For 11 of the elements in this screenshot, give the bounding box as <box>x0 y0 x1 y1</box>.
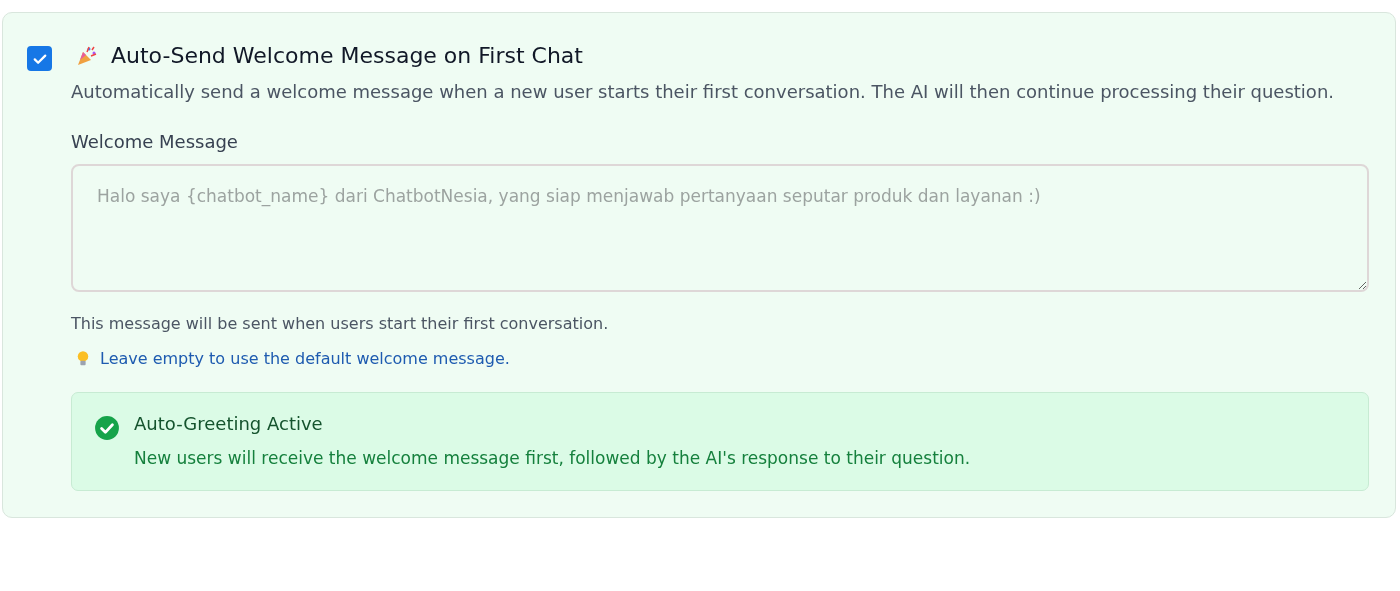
light-bulb-icon <box>76 349 90 368</box>
setting-title: Auto-Send Welcome Message on First Chat <box>111 43 583 68</box>
tip-text: Leave empty to use the default welcome message. <box>100 349 510 368</box>
status-title: Auto-Greeting Active <box>134 413 324 434</box>
help-text: This message will be sent when users start their first conversation. <box>71 314 610 333</box>
welcome-message-field[interactable]: Halo saya {chatbot_name} dari ChatbotNesia, yang siap menjawab pertanyaan seputar produk dan layanan :) <box>71 164 1369 292</box>
checkbox[interactable] <box>27 46 52 71</box>
status-message: New users will receive the welcome message first, followed by the AI's response to their question. <box>134 448 971 468</box>
field-label: Welcome Message <box>71 131 239 152</box>
setting-description: Automatically send a welcome message when a new user starts their first conversation. The AI will then continue processing their question. <box>71 80 1335 104</box>
check-circle-icon <box>94 415 120 441</box>
